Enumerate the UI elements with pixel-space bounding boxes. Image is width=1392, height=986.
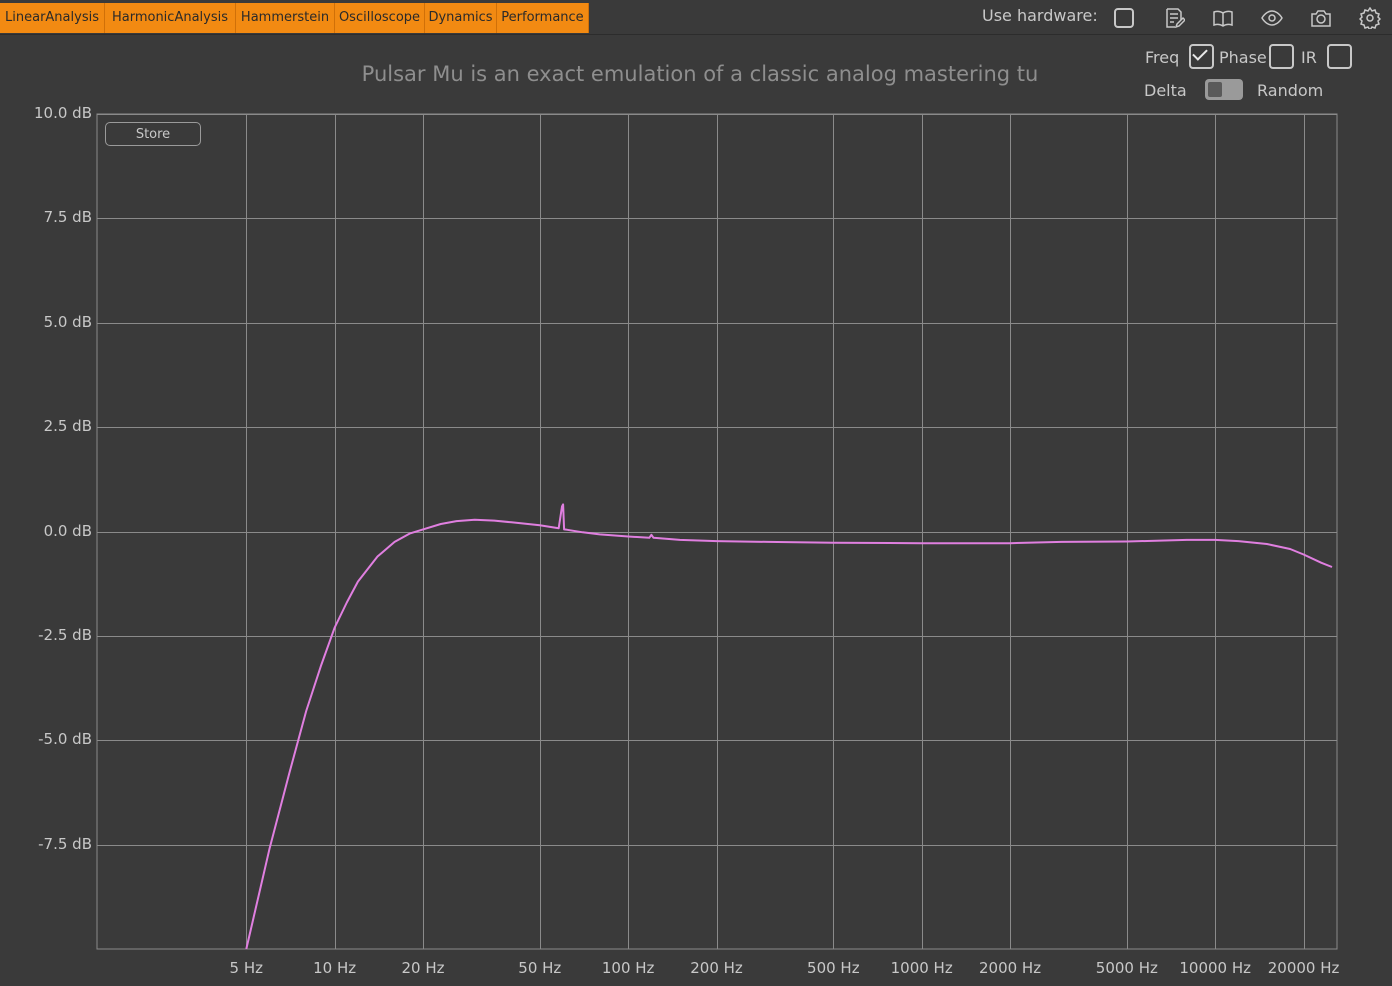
y-tick-label: 10.0 dB bbox=[34, 104, 92, 122]
x-tick-label: 200 Hz bbox=[690, 959, 743, 977]
x-tick-label: 2000 Hz bbox=[978, 959, 1042, 977]
frequency-response-chart bbox=[96, 113, 1338, 950]
x-tick-label: 5000 Hz bbox=[1095, 959, 1158, 977]
y-tick-label: 0.0 dB bbox=[43, 521, 92, 540]
y-tick-label: -2.5 dB bbox=[38, 625, 92, 644]
y-tick-label: -7.5 dB bbox=[38, 834, 92, 853]
y-tick-label: 7.5 dB bbox=[43, 208, 92, 227]
x-tick-label: 100 Hz bbox=[601, 959, 655, 977]
response-curve bbox=[245, 503, 1333, 950]
x-tick-label: 10000 Hz bbox=[1179, 959, 1252, 977]
x-tick-label: 50 Hz bbox=[518, 959, 562, 977]
store-button[interactable]: Store bbox=[105, 122, 201, 146]
x-tick-label: 1000 Hz bbox=[890, 959, 953, 977]
x-tick-label: 5 Hz bbox=[229, 959, 264, 977]
y-tick-label: -5.0 dB bbox=[38, 730, 92, 749]
x-tick-label: 500 Hz bbox=[807, 959, 860, 977]
x-tick-label: 10 Hz bbox=[313, 959, 357, 977]
y-tick-label: 2.5 dB bbox=[43, 417, 92, 436]
x-tick-label: 20 Hz bbox=[401, 959, 445, 977]
y-tick-label: 5.0 dB bbox=[43, 312, 92, 331]
x-tick-label: 20000 Hz bbox=[1267, 959, 1340, 977]
